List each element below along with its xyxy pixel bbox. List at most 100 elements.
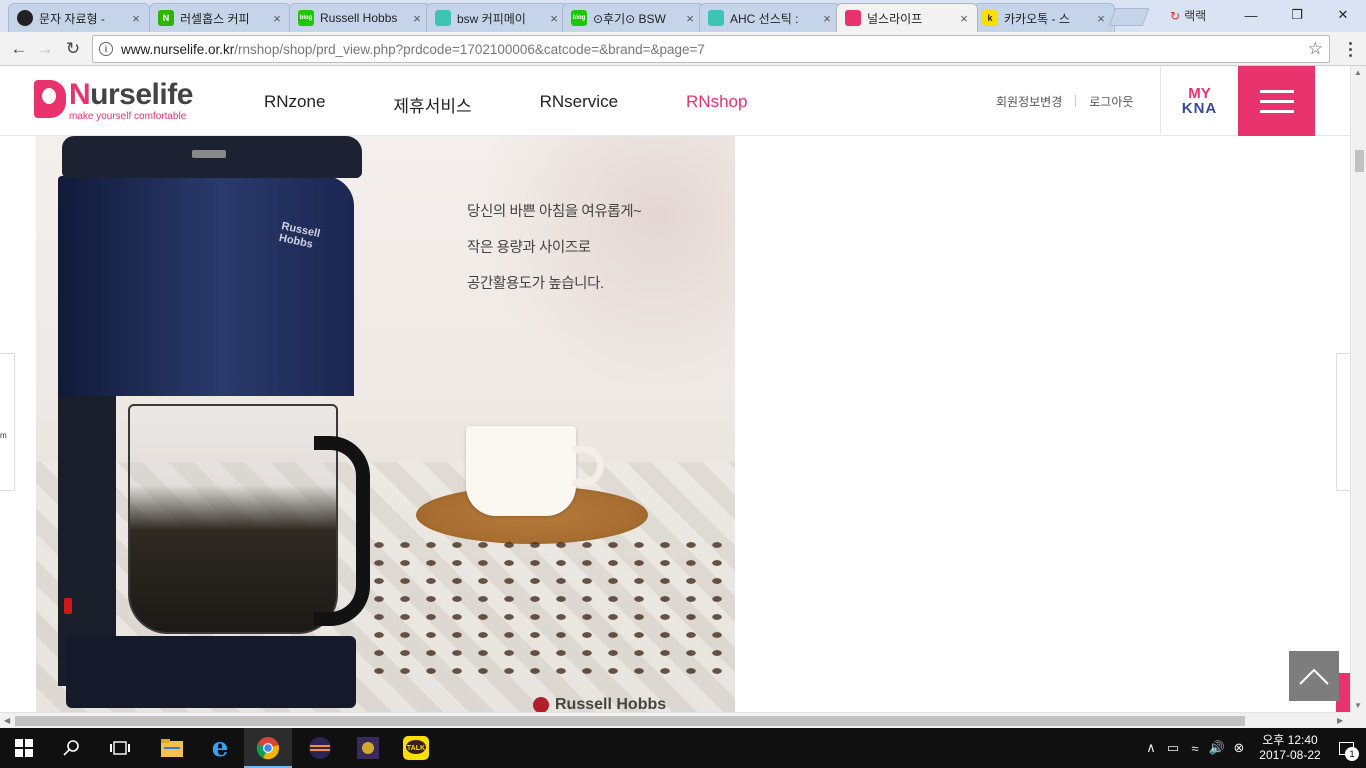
url-path: /rnshop/shop/prd_view.php?prdcode=170210… bbox=[234, 41, 705, 57]
scrollbar-corner bbox=[1350, 712, 1366, 728]
tab-1[interactable]: N 러셀홉스 커피 × bbox=[149, 3, 291, 32]
new-tab-button[interactable] bbox=[1108, 8, 1150, 26]
my-kna-bottom: KNA bbox=[1181, 100, 1218, 117]
browser-tab-strip: 문자 자료형 - × N 러셀홉스 커피 × blog Russell Hobb… bbox=[0, 0, 1366, 32]
start-button[interactable] bbox=[0, 728, 48, 768]
wifi-icon[interactable]: ≈ bbox=[1184, 741, 1206, 756]
search-icon[interactable] bbox=[48, 728, 96, 768]
scroll-down-arrow-icon[interactable]: ▼ bbox=[1354, 701, 1362, 710]
hamburger-menu-icon[interactable] bbox=[1238, 66, 1315, 136]
action-center-icon[interactable]: 1 bbox=[1326, 728, 1366, 768]
tab-title: AHC 선스틱 : bbox=[730, 11, 799, 26]
edit-profile-link[interactable]: 회원정보변경 bbox=[996, 93, 1062, 110]
taskbar-clock[interactable]: 오후 12:40 2017-08-22 bbox=[1254, 733, 1326, 763]
my-kna-button[interactable]: MY KNA bbox=[1160, 66, 1238, 136]
tab-7[interactable]: k 카카오톡 - 스 × bbox=[973, 3, 1115, 32]
tab-close-icon[interactable]: × bbox=[820, 11, 834, 26]
tab-2[interactable]: blog Russell Hobbs × bbox=[289, 3, 431, 32]
nav-partner-services[interactable]: 제휴서비스 bbox=[393, 92, 471, 117]
logo-rest: urselife bbox=[90, 78, 193, 111]
internet-explorer-icon[interactable]: e bbox=[196, 728, 244, 768]
tab-6-active[interactable]: 널스라이프 × bbox=[836, 3, 978, 32]
tab-4[interactable]: blog ⊙후기⊙ BSW × bbox=[562, 3, 704, 32]
brand-footer: Russell Hobbs bbox=[533, 696, 666, 712]
tab-title: ⊙후기⊙ BSW bbox=[593, 11, 666, 26]
tab-close-icon[interactable]: × bbox=[547, 11, 561, 26]
brand-footer-text: Russell Hobbs bbox=[555, 696, 667, 712]
restore-icon[interactable]: ❐ bbox=[1274, 0, 1320, 30]
back-arrow-icon[interactable]: ← bbox=[8, 38, 30, 60]
logo-text: Nurselife make yourself comfortable bbox=[69, 80, 193, 123]
windows-taskbar: e TALK ∧ ▭ ≈ 🔊 ⊗ 오후 12:40 2017-08-22 1 bbox=[0, 728, 1366, 768]
scroll-up-arrow-icon[interactable]: ▲ bbox=[1354, 68, 1362, 77]
tab-title: Russell Hobbs bbox=[320, 11, 398, 25]
scroll-right-arrow-icon[interactable]: ▶ bbox=[1337, 716, 1343, 725]
tab-close-icon[interactable]: × bbox=[270, 11, 284, 26]
kakaotalk-icon[interactable]: TALK bbox=[392, 728, 440, 768]
horizontal-scrollbar[interactable]: ◀ ▶ bbox=[0, 712, 1350, 728]
coffee-cup-image bbox=[466, 426, 576, 516]
bookmark-star-icon[interactable]: ☆ bbox=[1308, 39, 1323, 59]
minimize-icon[interactable]: — bbox=[1228, 0, 1274, 30]
reload-icon[interactable]: ↻ bbox=[62, 38, 84, 60]
game-app-icon[interactable] bbox=[344, 728, 392, 768]
coffee-maker-body bbox=[58, 176, 354, 396]
tab-3[interactable]: bsw 커피메이 × bbox=[426, 3, 568, 32]
scroll-top-button[interactable] bbox=[1289, 651, 1339, 701]
logo-wordmark: Nurselife bbox=[69, 80, 193, 110]
power-switch bbox=[64, 598, 72, 614]
tab-5[interactable]: AHC 선스틱 : × bbox=[699, 3, 841, 32]
chevron-up-icon[interactable]: ∧ bbox=[1140, 740, 1162, 756]
nav-rnzone[interactable]: RNzone bbox=[264, 92, 325, 117]
tab-close-icon[interactable]: × bbox=[683, 11, 697, 26]
tab-close-icon[interactable]: × bbox=[129, 11, 143, 26]
lid-slot bbox=[192, 150, 226, 158]
task-view-icon[interactable] bbox=[96, 728, 144, 768]
coffee-beans-image bbox=[366, 536, 726, 686]
carafe-handle bbox=[314, 436, 370, 626]
vertical-scroll-thumb[interactable] bbox=[1355, 150, 1364, 172]
browser-menu-icon[interactable] bbox=[1340, 38, 1360, 60]
info-icon[interactable]: i bbox=[99, 42, 113, 56]
tab-title: 러셀홉스 커피 bbox=[180, 11, 250, 26]
chevron-up-icon bbox=[1299, 668, 1329, 685]
logout-link[interactable]: 로그아웃 bbox=[1089, 93, 1133, 110]
ime-icon[interactable]: ⊗ bbox=[1228, 740, 1250, 756]
profile-button[interactable]: ↻ 랙랙 bbox=[1170, 7, 1206, 24]
nav-rnservice[interactable]: RNservice bbox=[540, 92, 618, 117]
logo-n: N bbox=[69, 78, 91, 111]
tab-0[interactable]: 문자 자료형 - × bbox=[8, 3, 150, 32]
windows-logo-icon bbox=[15, 739, 33, 757]
file-explorer-icon[interactable] bbox=[148, 728, 196, 768]
url-text[interactable]: www.nurselife.or.kr/rnshop/shop/prd_view… bbox=[121, 42, 705, 57]
site-logo[interactable]: Nurselife make yourself comfortable bbox=[34, 80, 193, 122]
chrome-icon[interactable] bbox=[244, 728, 292, 768]
profile-name: 랙랙 bbox=[1184, 9, 1207, 23]
promo-copy: 당신의 바쁜 아침을 여유롭게~ 작은 용량과 사이즈로 공간활용도가 높습니다… bbox=[467, 194, 642, 302]
close-window-icon[interactable]: ✕ bbox=[1320, 0, 1366, 30]
clock-time: 오후 12:40 bbox=[1262, 733, 1318, 747]
window-controls: — ❐ ✕ bbox=[1228, 0, 1366, 30]
tab-close-icon[interactable]: × bbox=[410, 11, 424, 26]
scroll-left-arrow-icon[interactable]: ◀ bbox=[4, 716, 10, 725]
tab-close-icon[interactable]: × bbox=[1094, 11, 1108, 26]
tab-close-icon[interactable]: × bbox=[957, 11, 971, 26]
tab-title: 문자 자료형 - bbox=[39, 11, 105, 26]
left-floating-tab[interactable]: m bbox=[0, 353, 15, 491]
vertical-scrollbar[interactable]: ▲ ▼ bbox=[1350, 66, 1366, 712]
naver-blog-icon: blog bbox=[571, 10, 587, 26]
forward-arrow-icon[interactable]: → bbox=[34, 38, 56, 60]
page-viewport: Nurselife make yourself comfortable RNzo… bbox=[0, 66, 1366, 712]
volume-icon[interactable]: 🔊 bbox=[1206, 740, 1228, 756]
nav-rnshop[interactable]: RNshop bbox=[686, 92, 747, 117]
right-floating-tab[interactable] bbox=[1336, 353, 1350, 491]
horizontal-scroll-thumb[interactable] bbox=[15, 716, 1245, 726]
battery-icon[interactable]: ▭ bbox=[1162, 740, 1184, 756]
github-icon bbox=[17, 10, 33, 26]
promo-line-1: 당신의 바쁜 아침을 여유롭게~ bbox=[467, 204, 642, 220]
browser-toolbar: ← → ↻ i www.nurselife.or.kr/rnshop/shop/… bbox=[0, 32, 1366, 66]
eclipse-icon[interactable] bbox=[296, 728, 344, 768]
logo-tagline: make yourself comfortable bbox=[69, 111, 187, 122]
coffee-carafe bbox=[128, 404, 338, 634]
address-bar[interactable]: i www.nurselife.or.kr/rnshop/shop/prd_vi… bbox=[92, 35, 1330, 63]
